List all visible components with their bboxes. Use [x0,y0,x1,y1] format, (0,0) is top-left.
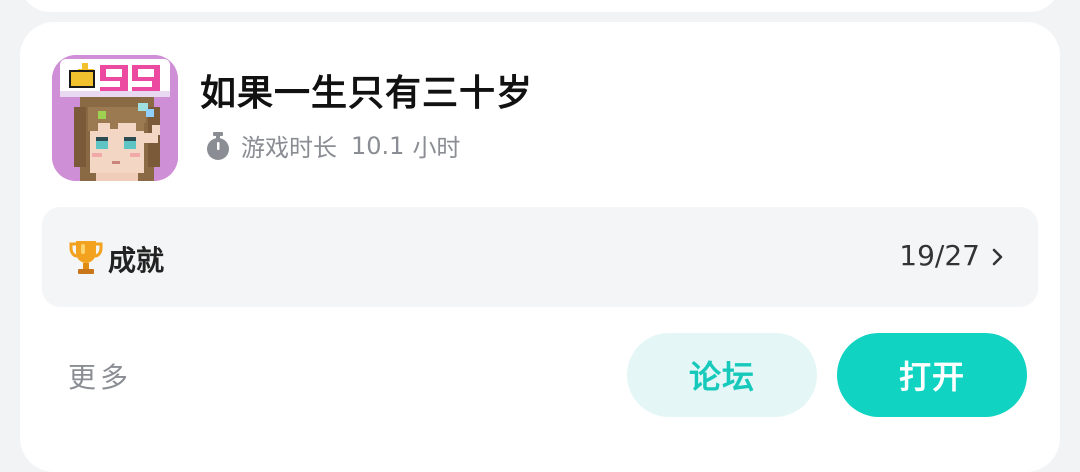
playtime-label: 游戏时长 [241,134,337,162]
forum-button[interactable]: 论坛 [627,333,817,417]
playtime-value: 10.1 [351,131,405,160]
game-card: 如果一生只有三十岁 游戏时长 10.1 小时 成就 19/27 更多 论坛 打开 [20,22,1060,472]
playtime-unit: 小时 [412,134,461,162]
stopwatch-icon [207,131,229,160]
more-link[interactable]: 更多 [68,356,132,396]
open-button[interactable]: 打开 [837,333,1027,417]
game-title[interactable]: 如果一生只有三十岁 [200,64,533,116]
pixel-girl-icon [52,55,178,181]
achievement-row[interactable]: 成就 19/27 [42,207,1038,307]
achievement-label: 成就 [108,244,165,277]
playtime-info: 游戏时长 10.1 小时 [203,128,460,163]
achievement-count: 19/27 [899,239,980,272]
game-icon[interactable] [52,55,178,181]
previous-card-edge [20,0,1060,12]
chevron-right-icon [992,248,1003,266]
trophy-icon [69,241,103,274]
